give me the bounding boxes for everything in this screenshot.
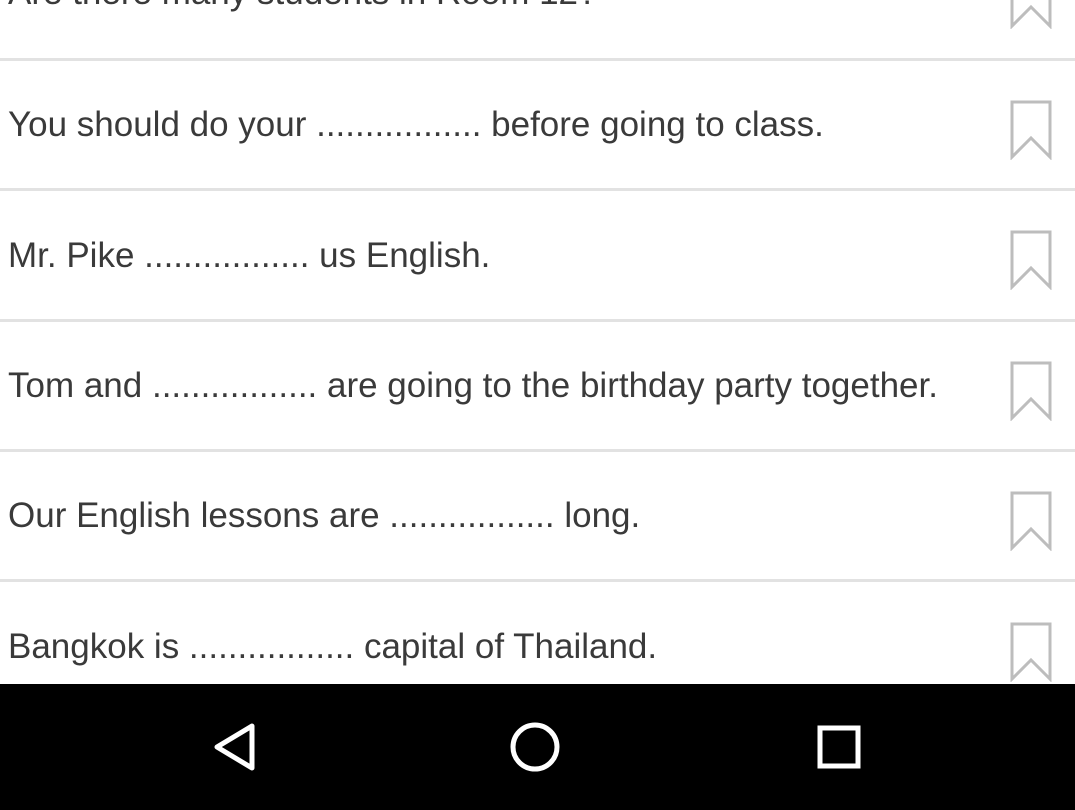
list-item[interactable]: You should do your ................. bef…: [0, 60, 1075, 190]
question-text: Are there many students in Room 12?: [8, 0, 597, 13]
question-text: Our English lessons are ................…: [8, 496, 641, 535]
home-circle-icon: [510, 722, 560, 772]
list-item[interactable]: Mr. Pike ................. us English.: [0, 190, 1075, 320]
question-text: Mr. Pike ................. us English.: [8, 236, 491, 275]
list-item[interactable]: Bangkok is ................. capital of …: [0, 581, 1075, 684]
back-button[interactable]: [200, 714, 270, 780]
list-item[interactable]: Tom and ................. are going to t…: [0, 321, 1075, 451]
bookmark-icon[interactable]: [1009, 230, 1053, 290]
navigation-bar: [0, 684, 1075, 810]
recents-button[interactable]: [804, 714, 874, 780]
bookmark-icon[interactable]: [1009, 491, 1053, 551]
bookmark-icon[interactable]: [1009, 100, 1053, 160]
bookmark-icon[interactable]: [1009, 361, 1053, 421]
question-list: Are there many students in Room 12? You …: [0, 0, 1075, 684]
bookmark-icon[interactable]: [1009, 0, 1053, 29]
recents-square-icon: [817, 725, 861, 769]
question-text: Tom and ................. are going to t…: [8, 366, 938, 405]
bookmark-icon[interactable]: [1009, 622, 1053, 682]
home-button[interactable]: [500, 714, 570, 780]
question-text: You should do your ................. bef…: [8, 105, 824, 144]
question-text: Bangkok is ................. capital of …: [8, 627, 658, 666]
back-triangle-icon: [214, 723, 255, 771]
list-item[interactable]: Our English lessons are ................…: [0, 451, 1075, 581]
list-item[interactable]: Are there many students in Room 12?: [0, 0, 1075, 59]
